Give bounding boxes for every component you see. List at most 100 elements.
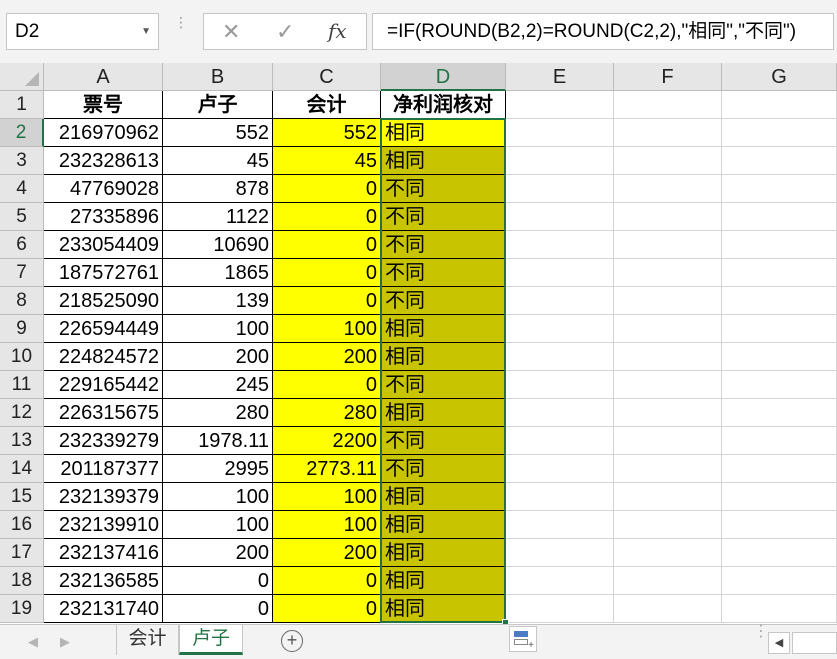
row-header[interactable]: 11 — [0, 371, 44, 399]
cell-a[interactable]: 232137416 — [44, 539, 163, 567]
empty-cell[interactable] — [614, 399, 722, 427]
empty-cell[interactable] — [614, 539, 722, 567]
cell-a[interactable]: 226315675 — [44, 399, 163, 427]
empty-cell[interactable] — [614, 175, 722, 203]
row-header[interactable]: 8 — [0, 287, 44, 315]
empty-cell[interactable] — [506, 175, 614, 203]
empty-cell[interactable] — [614, 147, 722, 175]
cell-b[interactable]: 878 — [163, 175, 273, 203]
cell-d[interactable]: 相同 — [381, 539, 506, 567]
empty-cell[interactable] — [506, 203, 614, 231]
cell-c[interactable]: 0 — [273, 175, 381, 203]
row-header[interactable]: 12 — [0, 399, 44, 427]
cell-b[interactable]: 10690 — [163, 231, 273, 259]
cell-a[interactable]: 224824572 — [44, 343, 163, 371]
column-header-f[interactable]: F — [614, 63, 722, 91]
enter-icon[interactable]: ✓ — [276, 14, 294, 49]
empty-cell[interactable] — [722, 595, 837, 623]
cell-a[interactable]: 201187377 — [44, 455, 163, 483]
column-header-a[interactable]: A — [44, 63, 163, 91]
cell-b[interactable]: 0 — [163, 595, 273, 623]
row-header[interactable]: 5 — [0, 203, 44, 231]
empty-cell[interactable] — [506, 315, 614, 343]
empty-cell[interactable] — [614, 371, 722, 399]
cell-b[interactable]: 1865 — [163, 259, 273, 287]
row-header[interactable]: 13 — [0, 427, 44, 455]
scroll-left-arrow-icon[interactable]: ◀ — [768, 632, 790, 654]
empty-cell[interactable] — [506, 147, 614, 175]
empty-cell[interactable] — [722, 147, 837, 175]
column-header-d[interactable]: D — [381, 63, 506, 91]
column-header-c[interactable]: C — [273, 63, 381, 91]
empty-cell[interactable] — [506, 91, 614, 119]
spreadsheet-grid[interactable]: A B C D E F G 1 票号 卢子 会计 净利润核对 2 216970962 552 552 相同 3 23… — [0, 63, 837, 624]
cell-b[interactable]: 552 — [163, 119, 273, 147]
empty-cell[interactable] — [614, 287, 722, 315]
cell-b[interactable]: 0 — [163, 567, 273, 595]
cell-c[interactable]: 0 — [273, 203, 381, 231]
empty-cell[interactable] — [506, 567, 614, 595]
row-header[interactable]: 16 — [0, 511, 44, 539]
cell-a[interactable]: 232136585 — [44, 567, 163, 595]
empty-cell[interactable] — [506, 427, 614, 455]
cell-a[interactable]: 47769028 — [44, 175, 163, 203]
grip-icon[interactable]: ⋮ — [174, 15, 188, 44]
sheet-tab-luzi[interactable]: 卢子 — [179, 625, 243, 655]
tab-split-handle[interactable]: ⋮ — [753, 624, 769, 640]
cell-c[interactable]: 0 — [273, 595, 381, 623]
cell-b[interactable]: 1122 — [163, 203, 273, 231]
header-cell-b[interactable]: 卢子 — [163, 91, 273, 119]
chevron-down-icon[interactable]: ▼ — [141, 14, 151, 49]
empty-cell[interactable] — [722, 119, 837, 147]
empty-cell[interactable] — [614, 567, 722, 595]
cell-a[interactable]: 187572761 — [44, 259, 163, 287]
empty-cell[interactable] — [506, 595, 614, 623]
row-header[interactable]: 6 — [0, 231, 44, 259]
cell-d[interactable]: 不同 — [381, 455, 506, 483]
add-sheet-icon[interactable]: + — [281, 630, 303, 652]
empty-cell[interactable] — [614, 231, 722, 259]
cell-c[interactable]: 552 — [273, 119, 381, 147]
cell-d[interactable]: 相同 — [381, 567, 506, 595]
cell-c[interactable]: 2773.11 — [273, 455, 381, 483]
cell-c[interactable]: 0 — [273, 371, 381, 399]
cell-a[interactable]: 226594449 — [44, 315, 163, 343]
cell-c[interactable]: 0 — [273, 287, 381, 315]
cell-a[interactable]: 232139379 — [44, 483, 163, 511]
cell-b[interactable]: 200 — [163, 343, 273, 371]
cell-b[interactable]: 245 — [163, 371, 273, 399]
row-header[interactable]: 19 — [0, 595, 44, 623]
empty-cell[interactable] — [614, 483, 722, 511]
empty-cell[interactable] — [614, 455, 722, 483]
cell-b[interactable]: 100 — [163, 483, 273, 511]
empty-cell[interactable] — [722, 203, 837, 231]
quick-analysis-icon[interactable]: + — [509, 626, 537, 652]
cell-d[interactable]: 不同 — [381, 175, 506, 203]
cell-d[interactable]: 相同 — [381, 511, 506, 539]
row-header[interactable]: 9 — [0, 315, 44, 343]
row-header[interactable]: 18 — [0, 567, 44, 595]
empty-cell[interactable] — [722, 371, 837, 399]
cell-d[interactable]: 相同 — [381, 483, 506, 511]
formula-input[interactable]: =IF(ROUND(B2,2)=ROUND(C2,2),"相同","不同") — [372, 13, 834, 50]
empty-cell[interactable] — [722, 399, 837, 427]
row-header[interactable]: 10 — [0, 343, 44, 371]
empty-cell[interactable] — [614, 343, 722, 371]
cell-c[interactable]: 0 — [273, 567, 381, 595]
empty-cell[interactable] — [614, 315, 722, 343]
cell-a[interactable]: 233054409 — [44, 231, 163, 259]
empty-cell[interactable] — [506, 343, 614, 371]
row-header[interactable]: 15 — [0, 483, 44, 511]
empty-cell[interactable] — [614, 259, 722, 287]
cell-d[interactable]: 相同 — [381, 147, 506, 175]
row-header[interactable]: 1 — [0, 91, 44, 119]
empty-cell[interactable] — [722, 287, 837, 315]
cell-a[interactable]: 229165442 — [44, 371, 163, 399]
cell-d[interactable]: 不同 — [381, 259, 506, 287]
empty-cell[interactable] — [614, 91, 722, 119]
cell-d[interactable]: 相同 — [381, 399, 506, 427]
cell-a[interactable]: 216970962 — [44, 119, 163, 147]
row-header[interactable]: 3 — [0, 147, 44, 175]
empty-cell[interactable] — [614, 119, 722, 147]
empty-cell[interactable] — [722, 483, 837, 511]
